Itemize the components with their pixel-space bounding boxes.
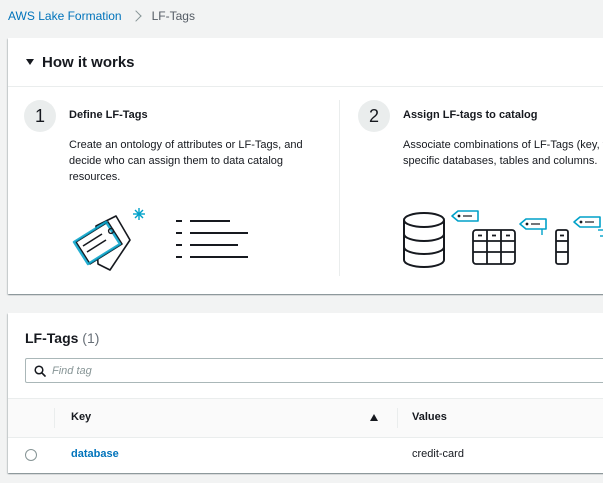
- column-divider: [54, 408, 55, 428]
- lf-tags-title: LF-Tags: [25, 330, 79, 346]
- step-description: Associate combinations of LF-Tags (key, …: [403, 139, 603, 167]
- column-icon: [555, 229, 569, 265]
- row-select-radio[interactable]: [25, 449, 37, 461]
- sparkle-icon: [133, 208, 145, 220]
- tag-icon: [519, 218, 547, 235]
- step-title: Define LF-Tags: [69, 109, 148, 121]
- search-icon: [34, 364, 46, 377]
- page: AWS Lake Formation LF-Tags How it works …: [0, 0, 603, 483]
- chevron-right-icon: [129, 10, 142, 22]
- lf-tags-heading: LF-Tags (1): [25, 330, 99, 346]
- breadcrumb: AWS Lake Formation LF-Tags: [8, 8, 195, 24]
- find-tag-input[interactable]: [52, 364, 552, 377]
- column-divider: [397, 408, 398, 428]
- database-icon: [403, 212, 445, 268]
- tag-icon: [573, 216, 603, 237]
- step-title: Assign LF-tags to catalog: [403, 109, 538, 121]
- how-it-works-toggle[interactable]: How it works: [8, 38, 603, 87]
- sort-ascending-icon[interactable]: [370, 414, 378, 421]
- column-header-key[interactable]: Key: [71, 411, 91, 423]
- tag-icon: [72, 215, 131, 271]
- find-tag-search[interactable]: [25, 358, 603, 383]
- step-number: 1: [24, 100, 56, 132]
- list-lines-icon: [176, 220, 248, 258]
- step-divider: [339, 100, 340, 276]
- breadcrumb-current: LF-Tags: [151, 9, 195, 23]
- how-it-works-panel: How it works 1 Define LF-Tags Create an …: [8, 38, 603, 294]
- row-values: credit-card: [412, 448, 464, 460]
- table-header: Key Values: [8, 398, 603, 438]
- step-number: 2: [358, 100, 390, 132]
- caret-down-icon: [26, 59, 34, 65]
- database-table-column-illustration: [403, 210, 603, 268]
- step-description: Create an ontology of attributes or LF-T…: [69, 139, 303, 183]
- lf-tags-panel: LF-Tags (1) Key Values database credit-c…: [8, 313, 603, 473]
- table-icon: [472, 229, 516, 265]
- how-it-works-title: How it works: [42, 53, 135, 71]
- lf-tags-count: (1): [82, 330, 100, 346]
- tag-list-illustration: [72, 208, 248, 271]
- row-key-link[interactable]: database: [71, 448, 119, 460]
- tag-icon: [451, 210, 479, 222]
- table-row: database credit-card: [8, 437, 603, 473]
- breadcrumb-link-lake-formation[interactable]: AWS Lake Formation: [8, 9, 122, 23]
- column-header-values[interactable]: Values: [412, 411, 447, 423]
